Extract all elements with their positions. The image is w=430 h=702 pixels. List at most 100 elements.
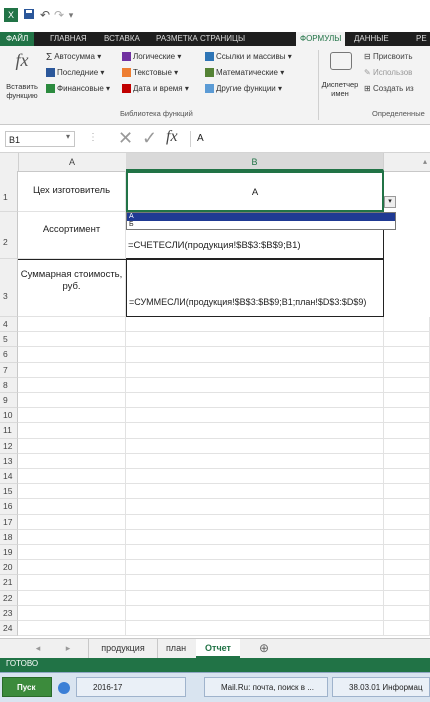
save-icon[interactable] [22,8,36,22]
row-header[interactable]: 20 [0,560,18,576]
select-all-corner[interactable] [0,153,19,171]
row-header[interactable]: 7 [0,362,18,378]
empty-cell[interactable] [18,621,126,637]
row-header[interactable]: 13 [0,453,18,469]
row-header[interactable]: 15 [0,484,18,500]
row-header[interactable]: 8 [0,377,18,393]
empty-cell[interactable] [18,393,126,409]
column-header-a[interactable]: A [18,153,127,171]
empty-cell[interactable] [384,362,430,378]
empty-cell[interactable] [384,590,430,606]
row-header[interactable]: 6 [0,347,18,363]
row-header[interactable]: 9 [0,393,18,409]
empty-cell[interactable] [126,377,384,393]
empty-cell[interactable] [126,514,384,530]
more-functions-button[interactable]: Другие функции ▾ [205,84,282,94]
taskbar-item-word[interactable]: 38.03.01 Информац [332,677,430,697]
tab-review[interactable]: РЕ [416,32,427,46]
row-header[interactable]: 3 [0,259,18,317]
empty-cell[interactable] [384,484,430,500]
row-header[interactable]: 1 [0,171,18,212]
tab-insert[interactable]: ВСТАВКА [104,32,140,46]
tab-page-layout[interactable]: РАЗМЕТКА СТРАНИЦЫ [156,32,245,46]
row-header[interactable]: 18 [0,529,18,545]
define-name-button[interactable]: ⊟ Присвоить [364,52,413,61]
empty-cell[interactable] [18,408,126,424]
prev-sheet-icon[interactable]: ◂ [32,639,44,658]
cell-a1[interactable]: Цех изготовитель [18,171,126,212]
row-header[interactable]: 2 [0,212,18,259]
fx-icon[interactable]: fx [166,128,178,146]
dropdown-arrow-icon[interactable]: ▾ [384,196,396,208]
empty-cell[interactable] [384,332,430,348]
empty-cell[interactable] [384,377,430,393]
dropdown-list[interactable]: A Б [126,212,396,230]
empty-cell[interactable] [18,453,126,469]
empty-cell[interactable] [384,560,430,576]
empty-cell[interactable] [384,499,430,515]
empty-cell[interactable] [384,469,430,485]
customize-qat-icon[interactable]: ▾ [64,8,78,22]
empty-cell[interactable] [18,499,126,515]
empty-cell[interactable] [126,362,384,378]
empty-cell[interactable] [18,514,126,530]
empty-cell[interactable] [126,605,384,621]
row-header[interactable]: 22 [0,590,18,606]
financial-button[interactable]: Финансовые ▾ [46,84,110,94]
tab-formulas[interactable]: ФОРМУЛЫ [296,32,346,46]
empty-cell[interactable] [18,605,126,621]
worksheet-grid[interactable]: A B 1 2 3 Цех изготовитель A Ассортимент… [0,153,430,638]
empty-cell[interactable] [384,453,430,469]
cell-a3[interactable]: Суммарная стоимость, руб. [18,259,126,317]
dropdown-option-selected[interactable]: A [127,213,395,221]
empty-cell[interactable] [126,560,384,576]
empty-cell[interactable] [18,590,126,606]
tab-data[interactable]: ДАННЫЕ [354,32,389,46]
empty-cell[interactable] [126,453,384,469]
empty-cell[interactable] [18,469,126,485]
cell-b1-selected[interactable]: A [126,171,384,212]
empty-cell[interactable] [126,423,384,439]
add-sheet-icon[interactable]: ⊕ [256,639,272,658]
empty-cell[interactable] [18,560,126,576]
empty-cell[interactable] [126,393,384,409]
empty-cell[interactable] [384,575,430,591]
taskbar-item-folder[interactable]: 2016-17 [76,677,186,697]
row-header[interactable]: 19 [0,545,18,561]
taskbar-item-mail[interactable]: Mail.Ru: почта, поиск в ... [204,677,328,697]
empty-cell[interactable] [384,423,430,439]
row-header[interactable]: 23 [0,605,18,621]
empty-cell[interactable] [384,514,430,530]
recent-button[interactable]: Последние ▾ [46,68,104,78]
empty-cell[interactable] [126,484,384,500]
row-header[interactable]: 14 [0,469,18,485]
name-manager-label[interactable]: Диспетчер имен [320,80,360,98]
row-header[interactable]: 11 [0,423,18,439]
name-box-dropdown-icon[interactable]: ▾ [66,132,70,141]
empty-cell[interactable] [18,377,126,393]
row-header[interactable]: 5 [0,332,18,348]
empty-cell[interactable] [384,408,430,424]
empty-cell[interactable] [126,545,384,561]
empty-cell[interactable] [384,393,430,409]
math-button[interactable]: Математические ▾ [205,68,284,78]
empty-cell[interactable] [18,484,126,500]
next-sheet-icon[interactable]: ▸ [62,639,74,658]
empty-cell[interactable] [126,499,384,515]
row-header[interactable]: 10 [0,408,18,424]
empty-cell[interactable] [18,545,126,561]
empty-cell[interactable] [126,347,384,363]
name-manager-icon[interactable] [330,52,352,70]
empty-cell[interactable] [18,347,126,363]
empty-cell[interactable] [18,529,126,545]
browser-quicklaunch-icon[interactable] [58,682,70,694]
sheet-tab-otchet[interactable]: Отчет [196,639,240,658]
empty-cell[interactable] [126,529,384,545]
insert-function-icon[interactable]: fx [4,50,40,71]
cell-b3[interactable]: =СУММЕСЛИ(продукция!$B$3:$B$9;B1;план!$D… [126,259,384,317]
row-header[interactable]: 16 [0,499,18,515]
empty-cell[interactable] [18,438,126,454]
column-header-b[interactable]: B [126,153,384,171]
dropdown-option[interactable]: Б [127,221,395,229]
create-from-selection-button[interactable]: ⊞ Создать из [364,84,414,93]
